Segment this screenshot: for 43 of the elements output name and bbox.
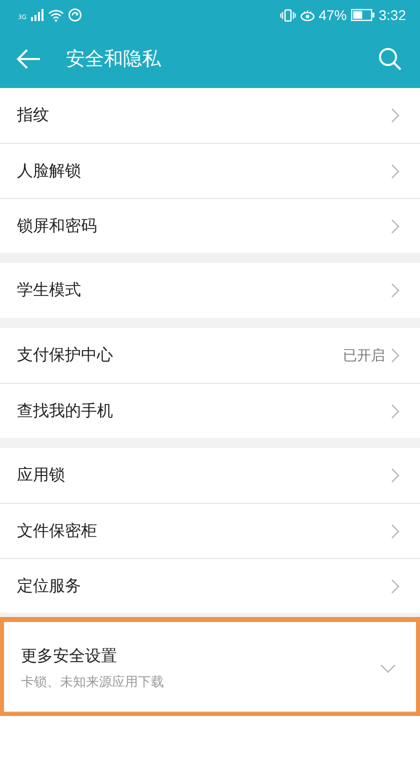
search-icon[interactable] (378, 47, 402, 71)
settings-item[interactable]: 支付保护中心 已开启 (0, 328, 420, 383)
settings-item[interactable]: 文件保密柜 (0, 503, 420, 558)
item-label: 指纹 (17, 105, 50, 126)
chevron-right-icon (391, 578, 400, 594)
settings-item[interactable]: 学生模式 (0, 263, 420, 318)
settings-item[interactable]: 指纹 (0, 88, 420, 143)
chevron-right-icon (391, 164, 400, 178)
chevron-right-icon (391, 348, 400, 363)
signal-icon (30, 9, 44, 21)
sync-icon (68, 8, 82, 22)
chevron-right-icon (391, 524, 400, 538)
settings-item[interactable]: 锁屏和密码 (0, 198, 420, 253)
battery-level: 47% (318, 7, 347, 23)
chevron-right-icon (391, 108, 400, 123)
expandable-item[interactable]: 更多安全设置 卡锁、未知来源应用下载 (4, 626, 416, 712)
item-label: 学生模式 (17, 280, 82, 301)
battery-icon (350, 9, 375, 21)
chevron-down-icon (380, 664, 396, 674)
chevron-right-icon (391, 218, 400, 234)
item-label: 查找我的手机 (17, 400, 114, 422)
back-arrow-icon[interactable] (16, 48, 42, 70)
wifi-icon (48, 8, 64, 22)
settings-item[interactable]: 应用锁 (0, 448, 420, 503)
clock: 3:32 (378, 7, 406, 23)
item-subtitle: 卡锁、未知来源应用下载 (21, 674, 165, 691)
item-status: 已开启 (343, 346, 385, 364)
vibrate-icon (280, 8, 296, 22)
page-title: 安全和隐私 (66, 47, 162, 72)
item-label: 更多安全设置 (21, 646, 118, 667)
item-label: 支付保护中心 (17, 345, 114, 366)
chevron-right-icon (391, 283, 400, 298)
item-label: 人脸解锁 (17, 160, 82, 182)
settings-item[interactable]: 定位服务 (0, 558, 420, 613)
eye-icon (300, 8, 315, 22)
item-label: 锁屏和密码 (17, 216, 98, 236)
item-label: 文件保密柜 (17, 520, 98, 542)
chevron-right-icon (391, 468, 400, 483)
chevron-right-icon (391, 404, 400, 418)
settings-item[interactable]: 查找我的手机 (0, 383, 420, 438)
item-label: 应用锁 (17, 465, 66, 486)
item-label: 定位服务 (17, 576, 82, 596)
settings-item[interactable]: 人脸解锁 (0, 143, 420, 198)
